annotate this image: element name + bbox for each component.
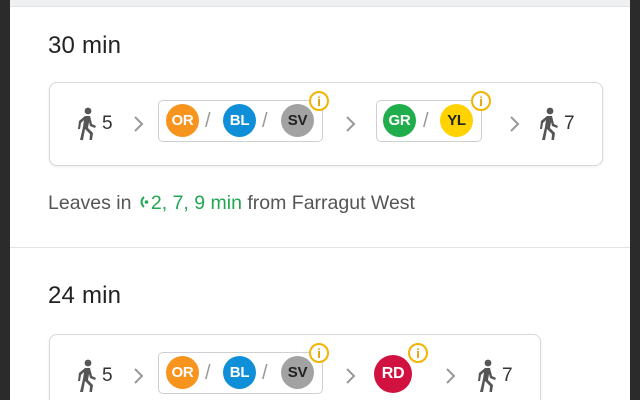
info-icon[interactable]: i xyxy=(471,91,491,111)
walking-person-icon xyxy=(540,107,558,140)
chevron-right-icon xyxy=(346,368,356,384)
line-separator: / xyxy=(262,110,268,132)
chevron-right-icon xyxy=(134,116,144,132)
line-code: OR xyxy=(171,112,194,129)
walk-start: 5 xyxy=(74,83,113,165)
route-option[interactable]: 30 min 5 OR / BL / SV i GR / YL i 7 Leav… xyxy=(10,6,630,247)
leaves-prefix: Leaves in xyxy=(48,192,132,214)
line-code: BL xyxy=(229,112,250,129)
line-badge-yl: YL xyxy=(440,104,473,137)
transit-leg[interactable]: OR / BL / SV xyxy=(158,352,323,394)
route-option[interactable]: 24 min 5 OR / BL / SV i RD i 7 xyxy=(10,248,630,400)
info-icon[interactable]: i xyxy=(408,343,428,363)
route-duration: 24 min xyxy=(48,282,122,309)
route-steps-card[interactable]: 5 OR / BL / SV i RD i 7 xyxy=(49,334,541,400)
line-separator: / xyxy=(423,110,429,132)
line-separator: / xyxy=(262,362,268,384)
info-icon[interactable]: i xyxy=(309,91,329,111)
line-code: SV xyxy=(287,364,308,381)
walk-minutes: 5 xyxy=(102,113,113,134)
walking-person-icon xyxy=(78,359,96,392)
line-code: OR xyxy=(171,364,194,381)
route-duration: 30 min xyxy=(48,32,122,59)
transit-leg[interactable]: GR / YL xyxy=(376,100,482,142)
walk-start: 5 xyxy=(74,335,113,400)
leaves-suffix: from Farragut West xyxy=(247,192,415,214)
line-badge-rd[interactable]: RD xyxy=(374,355,412,393)
line-code: GR xyxy=(388,112,411,129)
line-badge-or: OR xyxy=(166,104,199,137)
line-badge-sv: SV xyxy=(281,104,314,137)
chevron-right-icon xyxy=(346,116,356,132)
chevron-right-icon xyxy=(446,368,456,384)
device-bezel-left xyxy=(0,0,10,400)
line-badge-or: OR xyxy=(166,356,199,389)
chevron-right-icon xyxy=(510,116,520,132)
line-badge-sv: SV xyxy=(281,356,314,389)
route-steps-card[interactable]: 5 OR / BL / SV i GR / YL i 7 xyxy=(49,82,603,166)
walking-person-icon xyxy=(478,359,496,392)
line-separator: / xyxy=(205,110,211,132)
walk-minutes: 7 xyxy=(564,113,575,134)
line-badge-bl: BL xyxy=(223,356,256,389)
walk-minutes: 5 xyxy=(102,365,113,386)
walk-end: 7 xyxy=(474,335,513,400)
line-code: BL xyxy=(229,364,250,381)
departure-info: Leaves in 2, 7, 9 min from Farragut West xyxy=(48,192,415,215)
realtime-signal-icon xyxy=(140,196,149,208)
line-code: RD xyxy=(381,365,405,382)
trip-results-screen: 30 min 5 OR / BL / SV i GR / YL i 7 Leav… xyxy=(10,0,630,400)
info-icon[interactable]: i xyxy=(309,343,329,363)
departure-times: 2, 7, 9 min xyxy=(150,192,242,214)
walk-minutes: 7 xyxy=(502,365,513,386)
line-badge-gr: GR xyxy=(383,104,416,137)
line-code: YL xyxy=(447,112,466,129)
line-code: SV xyxy=(287,112,308,129)
chevron-right-icon xyxy=(134,368,144,384)
transit-leg[interactable]: OR / BL / SV xyxy=(158,100,323,142)
line-separator: / xyxy=(205,362,211,384)
walking-person-icon xyxy=(78,107,96,140)
walk-end: 7 xyxy=(536,83,575,165)
line-badge-bl: BL xyxy=(223,104,256,137)
device-bezel-right xyxy=(630,0,640,400)
